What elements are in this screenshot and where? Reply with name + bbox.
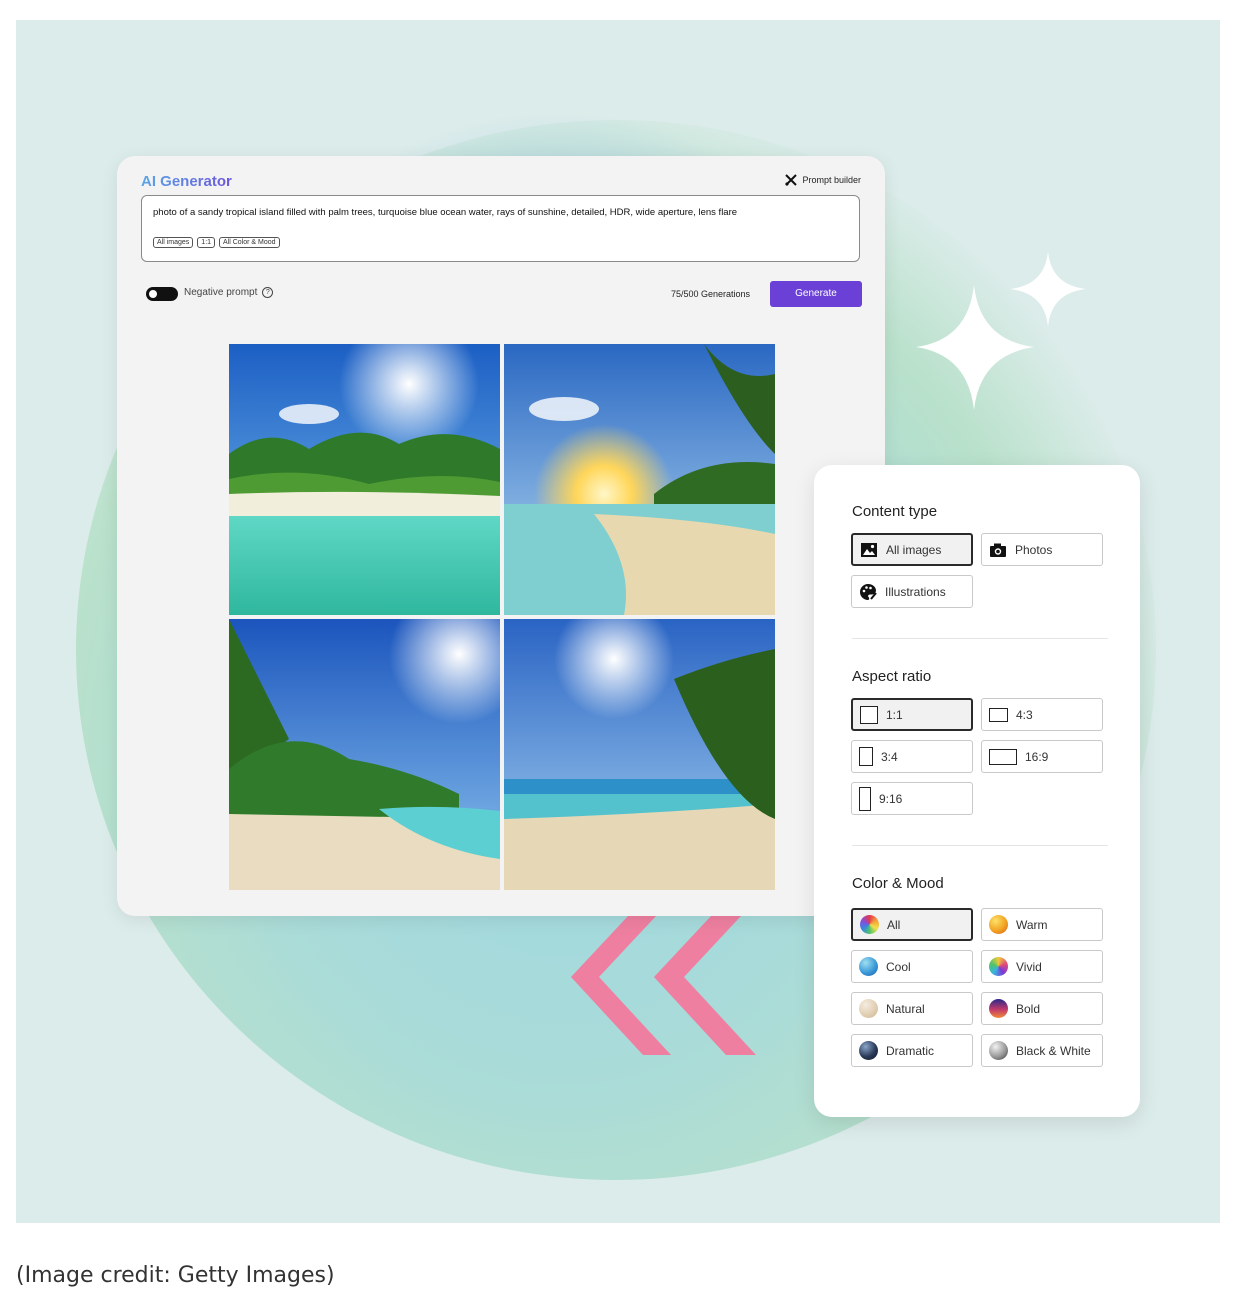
color-mood-vivid[interactable]: Vivid — [981, 950, 1103, 983]
prompt-builder-label: Prompt builder — [802, 175, 861, 185]
chevrons-decoration — [571, 900, 756, 1055]
option-label: Dramatic — [886, 1043, 935, 1058]
content-type-illustrations[interactable]: Illustrations — [851, 575, 973, 608]
image-icon — [861, 542, 877, 557]
color-mood-warm[interactable]: Warm — [981, 908, 1103, 941]
section-divider — [852, 845, 1108, 846]
color-mood-bold[interactable]: Bold — [981, 992, 1103, 1025]
option-label: 4:3 — [1016, 707, 1033, 722]
chip-aspect-ratio[interactable]: 1:1 — [197, 237, 216, 248]
help-icon[interactable]: ? — [262, 287, 274, 298]
result-image[interactable] — [229, 344, 500, 615]
vivid-swatch-icon — [989, 957, 1008, 976]
prompt-input[interactable]: photo of a sandy tropical island filled … — [141, 195, 860, 262]
natural-swatch-icon — [859, 999, 878, 1018]
color-mood-black-white[interactable]: Black & White — [981, 1034, 1103, 1067]
result-image[interactable] — [229, 619, 500, 890]
negative-prompt-label: Negative prompt — [184, 287, 258, 298]
result-image-grid — [229, 344, 775, 890]
option-label: 1:1 — [886, 707, 903, 722]
option-label: 16:9 — [1025, 749, 1049, 764]
all-colors-swatch-icon — [860, 915, 879, 934]
tall-ratio-icon — [859, 786, 871, 811]
option-label: Bold — [1016, 1001, 1041, 1016]
camera-icon — [990, 543, 1006, 557]
option-label: Black & White — [1016, 1043, 1091, 1058]
square-ratio-icon — [860, 705, 878, 724]
option-label: 9:16 — [879, 791, 903, 806]
option-label: Cool — [886, 959, 911, 974]
option-label: Photos — [1015, 542, 1053, 557]
negative-prompt-label-group: Negative prompt ? — [184, 287, 274, 298]
aspect-ratio-16-9[interactable]: 16:9 — [981, 740, 1103, 773]
generations-counter: 75/500 Generations — [671, 289, 751, 299]
ai-generator-card: AI Generator Prompt builder photo of a s… — [117, 156, 885, 916]
section-divider — [852, 638, 1108, 639]
color-mood-dramatic[interactable]: Dramatic — [851, 1034, 973, 1067]
prompt-builder-button[interactable]: Prompt builder — [785, 174, 861, 186]
image-credit-caption: (Image credit: Getty Images) — [16, 1263, 335, 1288]
content-type-title: Content type — [852, 503, 938, 520]
option-label: Illustrations — [885, 584, 946, 599]
content-type-photos[interactable]: Photos — [981, 533, 1103, 566]
aspect-ratio-4-3[interactable]: 4:3 — [981, 698, 1103, 731]
prompt-chips: All images 1:1 All Color & Mood — [153, 237, 280, 248]
content-type-all-images[interactable]: All images — [851, 533, 973, 566]
warm-swatch-icon — [989, 915, 1008, 934]
generator-title: AI Generator — [141, 173, 232, 190]
option-label: Natural — [886, 1001, 925, 1016]
color-mood-natural[interactable]: Natural — [851, 992, 973, 1025]
option-label: All images — [886, 542, 942, 557]
black-white-swatch-icon — [989, 1041, 1008, 1060]
tools-icon — [785, 174, 798, 186]
aspect-ratio-9-16[interactable]: 9:16 — [851, 782, 973, 815]
option-label: 3:4 — [881, 749, 898, 764]
palette-icon — [860, 583, 877, 600]
color-mood-cool[interactable]: Cool — [851, 950, 973, 983]
hero-banner: AI Generator Prompt builder photo of a s… — [16, 20, 1220, 1223]
option-label: Warm — [1016, 917, 1048, 932]
negative-prompt-toggle[interactable] — [146, 287, 178, 301]
color-mood-all[interactable]: All — [851, 908, 973, 941]
dramatic-swatch-icon — [859, 1041, 878, 1060]
generate-button[interactable]: Generate — [770, 281, 862, 307]
option-label: All — [887, 917, 901, 932]
aspect-ratio-1-1[interactable]: 1:1 — [851, 698, 973, 731]
prompt-text: photo of a sandy tropical island filled … — [153, 207, 738, 218]
color-mood-title: Color & Mood — [852, 875, 944, 892]
sparkle-icon — [916, 251, 1086, 410]
aspect-ratio-3-4[interactable]: 3:4 — [851, 740, 973, 773]
result-image[interactable] — [504, 619, 775, 890]
wide-ratio-icon — [989, 748, 1017, 765]
filter-panel: Content type All images Photos Illustrat… — [814, 465, 1140, 1117]
cool-swatch-icon — [859, 957, 878, 976]
chip-color-mood[interactable]: All Color & Mood — [219, 237, 280, 248]
result-image[interactable] — [504, 344, 775, 615]
landscape-ratio-icon — [989, 707, 1008, 722]
aspect-ratio-title: Aspect ratio — [852, 668, 932, 685]
chip-content-type[interactable]: All images — [153, 237, 194, 248]
option-label: Vivid — [1016, 959, 1042, 974]
bold-swatch-icon — [989, 999, 1008, 1018]
portrait-ratio-icon — [859, 747, 873, 766]
